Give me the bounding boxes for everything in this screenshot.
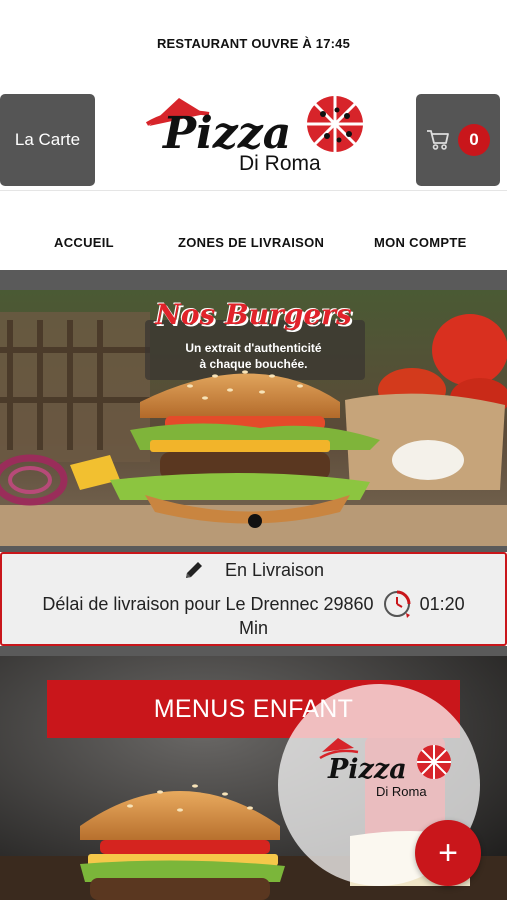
clock-icon: [383, 590, 411, 618]
nav-accueil[interactable]: ACCUEIL: [54, 235, 114, 250]
nav-zones-de-livraison[interactable]: ZONES DE LIVRAISON: [178, 235, 324, 250]
hero-subtitle-line1: Un extrait d'authenticité: [185, 341, 322, 355]
pizza-di-roma-logo[interactable]: Pizza Di Roma: [143, 88, 367, 180]
cart-button[interactable]: 0: [416, 94, 500, 186]
opening-time-notice: RESTAURANT OUVRE À 17:45: [156, 36, 351, 51]
cart-count-badge: 0: [458, 124, 490, 156]
status-bar: RESTAURANT OUVRE À 17:45: [0, 0, 507, 88]
section-band: [0, 270, 507, 290]
main-nav: ACCUEIL ZONES DE LIVRAISON MON COMPTE: [0, 205, 507, 277]
delivery-info-box[interactable]: En Livraison Délai de livraison pour Le …: [0, 552, 507, 646]
delivery-time: 01:20: [419, 593, 465, 614]
delivery-time-unit: Min: [238, 618, 268, 638]
cart-icon: [427, 130, 449, 150]
overlay-logo-brand: Pizza: [327, 754, 407, 785]
delivery-delay-text: Délai de livraison pour Le Drennec 29860: [42, 593, 374, 614]
section-band-3: [0, 646, 507, 656]
overlay-logo-sub: Di Roma: [376, 784, 427, 799]
header-divider: [0, 190, 507, 191]
overlay-pizza-logo: Pizza Di Roma: [319, 738, 451, 799]
la-carte-button[interactable]: La Carte: [0, 94, 95, 186]
hero-subtitle: Un extrait d'authenticité à chaque bouch…: [150, 340, 357, 372]
header: La Carte Pizza Di Roma 0: [0, 88, 507, 190]
delivery-mode: En Livraison: [224, 559, 325, 580]
carousel-indicator[interactable]: [248, 514, 262, 528]
hero-banner[interactable]: Nos Burgers Un extrait d'authenticité à …: [0, 290, 507, 546]
pencil-icon[interactable]: [183, 559, 205, 581]
nav-mon-compte[interactable]: MON COMPTE: [374, 235, 467, 250]
hero-title: Nos Burgers: [155, 298, 352, 331]
delivery-delay-row: Délai de livraison pour Le Drennec 29860…: [2, 589, 505, 619]
logo-sub: Di Roma: [239, 152, 321, 175]
add-button[interactable]: +: [415, 820, 481, 886]
delivery-mode-row: En Livraison: [2, 559, 505, 581]
hero-subtitle-line2: à chaque bouchée.: [199, 357, 308, 371]
